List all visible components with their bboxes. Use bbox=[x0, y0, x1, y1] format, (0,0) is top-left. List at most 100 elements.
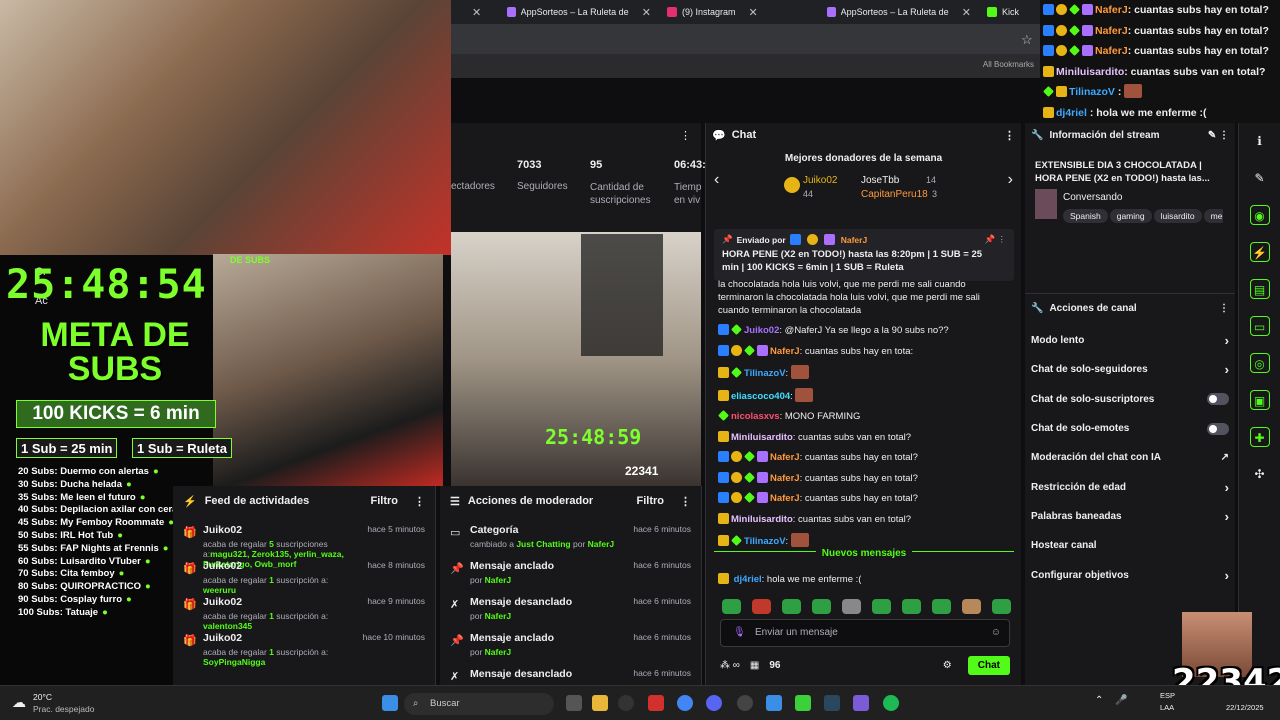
app-icon[interactable] bbox=[648, 695, 664, 711]
stats-menu-icon[interactable]: ⋮ bbox=[680, 129, 691, 142]
emote-icon[interactable] bbox=[872, 599, 891, 614]
toggle-switch[interactable] bbox=[1207, 393, 1229, 406]
chrome-profile-icon[interactable] bbox=[737, 695, 753, 711]
emote-icon[interactable] bbox=[752, 599, 771, 614]
app-purple-icon[interactable] bbox=[853, 695, 869, 711]
close-icon[interactable]: ✕ bbox=[962, 6, 971, 19]
browser-tab[interactable]: AppSorteos – La Ruleta de la S ✕ bbox=[819, 0, 979, 24]
bookmark-star-icon[interactable]: ☆ bbox=[1021, 32, 1033, 48]
activity-row[interactable]: 🎁 Juiko02 acaba de regalar 1 suscripción… bbox=[173, 632, 435, 668]
browser-tab[interactable]: Kick bbox=[979, 0, 1039, 24]
steam-icon[interactable] bbox=[824, 695, 840, 711]
channel-actions-menu-icon[interactable]: ⋮ bbox=[1219, 303, 1229, 314]
emote-icon[interactable] bbox=[962, 599, 981, 614]
stream-tag[interactable]: me bbox=[1203, 209, 1223, 223]
emote-icon[interactable] bbox=[782, 599, 801, 614]
discord-icon[interactable] bbox=[706, 695, 722, 711]
mod-action-row[interactable]: 📌 Mensaje anclado por NaferJ hace 6 minu… bbox=[440, 632, 701, 668]
mod-action-row[interactable]: 📌 Mensaje anclado por NaferJ hace 6 minu… bbox=[440, 560, 701, 596]
chat-send-button[interactable]: Chat bbox=[967, 655, 1010, 675]
mod-filter-button[interactable]: Filtro bbox=[637, 495, 665, 507]
gift-icon[interactable]: ▦ bbox=[750, 660, 759, 671]
storage-icon[interactable]: ▣ bbox=[1249, 390, 1270, 410]
emoji-icon[interactable]: ☺ bbox=[991, 620, 1001, 646]
stream-category[interactable]: Conversando bbox=[1063, 192, 1122, 203]
emote-icon[interactable] bbox=[932, 599, 951, 614]
activity-user[interactable]: Juiko02 bbox=[203, 632, 355, 644]
chat-username[interactable]: NaferJ bbox=[770, 346, 800, 357]
channel-action-item[interactable]: Moderación del chat con IA ↗ bbox=[1025, 443, 1235, 472]
chat-icon[interactable]: ▭ bbox=[1249, 316, 1270, 336]
chat-username[interactable]: NaferJ bbox=[770, 452, 800, 463]
channel-action-item[interactable]: Hostear canal bbox=[1025, 531, 1235, 560]
all-bookmarks[interactable]: All Bookmarks bbox=[983, 60, 1034, 69]
language-code[interactable]: ESP bbox=[1160, 691, 1175, 700]
close-icon[interactable]: ✕ bbox=[472, 6, 481, 19]
donors-prev-icon[interactable]: ‹ bbox=[714, 171, 719, 189]
chat-username[interactable]: Juiko02 bbox=[744, 325, 779, 336]
app-green-icon[interactable] bbox=[795, 695, 811, 711]
toggle-switch[interactable] bbox=[1207, 422, 1229, 435]
info-icon[interactable]: ℹ bbox=[1250, 131, 1270, 151]
chat-input[interactable]: 🎙 Enviar un mensaje ☺ bbox=[720, 619, 1010, 647]
browser-tab[interactable]: (9) Instagram ✕ bbox=[659, 0, 819, 24]
activity-user[interactable]: Juiko02 bbox=[203, 596, 359, 608]
weather-icon[interactable]: ☁ bbox=[12, 694, 26, 711]
emote-icon[interactable] bbox=[722, 599, 741, 614]
address-bar[interactable] bbox=[451, 24, 1040, 54]
points-icon[interactable]: ⁂ ∞ bbox=[720, 660, 740, 671]
channel-action-item[interactable]: Chat de solo-seguidores › bbox=[1025, 355, 1235, 384]
browser-tab[interactable]: AppSorteos – La Ruleta de la S ✕ bbox=[499, 0, 659, 24]
chat-username[interactable]: NaferJ bbox=[770, 473, 800, 484]
task-view-icon[interactable] bbox=[566, 695, 582, 711]
file-explorer-icon[interactable] bbox=[592, 695, 608, 711]
stream-tag[interactable]: gaming bbox=[1109, 209, 1152, 223]
windows-start-icon[interactable] bbox=[382, 695, 398, 711]
stream-tag[interactable]: Spanish bbox=[1063, 209, 1108, 223]
document-icon[interactable]: ▤ bbox=[1249, 279, 1270, 299]
taskbar-date[interactable]: 22/12/2025 bbox=[1226, 703, 1264, 712]
language-layout[interactable]: LAA bbox=[1160, 703, 1174, 712]
tray-chevron-icon[interactable]: ⌃ bbox=[1095, 695, 1103, 706]
chrome-icon[interactable] bbox=[677, 695, 693, 711]
chat-menu-icon[interactable]: ⋮ bbox=[1004, 129, 1015, 142]
camera-icon[interactable]: ◉ bbox=[1249, 205, 1270, 225]
chat-username[interactable]: TilinazoV bbox=[744, 536, 786, 547]
mic-icon[interactable]: 🎙 bbox=[733, 620, 746, 646]
spotify-icon[interactable] bbox=[883, 695, 899, 711]
channel-action-item[interactable]: Restricción de edad › bbox=[1025, 472, 1235, 501]
channel-action-item[interactable]: Modo lento › bbox=[1025, 326, 1235, 355]
pinned-message[interactable]: 📌 Enviado por NaferJ 📌 ⋮ HORA PENE (X2 e… bbox=[714, 229, 1014, 281]
donors-next-icon[interactable]: › bbox=[1008, 171, 1013, 189]
activity-user[interactable]: Juiko02 bbox=[203, 524, 359, 536]
taskbar-search[interactable]: ⌕ Buscar bbox=[404, 693, 554, 715]
activity-filter-button[interactable]: Filtro bbox=[371, 495, 399, 507]
activity-row[interactable]: 🎁 Juiko02 acaba de regalar 1 suscripción… bbox=[173, 560, 435, 596]
notepad-icon[interactable] bbox=[766, 695, 782, 711]
activity-row[interactable]: 🎁 Juiko02 acaba de regalar 1 suscripción… bbox=[173, 596, 435, 632]
new-messages-divider[interactable]: Nuevos mensajes bbox=[714, 548, 1014, 566]
lightning-icon[interactable]: ⚡ bbox=[1249, 242, 1270, 262]
microphone-icon[interactable]: 🎤 bbox=[1115, 695, 1127, 706]
stream-tag[interactable]: luisardito bbox=[1153, 209, 1202, 223]
obs-icon[interactable] bbox=[618, 695, 634, 711]
settings-gear-icon[interactable]: ⚙ bbox=[943, 660, 952, 671]
broadcast-icon[interactable]: ◎ bbox=[1249, 353, 1270, 373]
edit-icon[interactable]: ✎ ⋮ bbox=[1208, 130, 1229, 141]
close-icon[interactable]: ✕ bbox=[642, 6, 651, 19]
chat-username[interactable]: TilinazoV bbox=[744, 368, 786, 379]
apps-icon[interactable]: ✣ bbox=[1250, 464, 1270, 484]
chat-username[interactable]: dj4riel bbox=[734, 574, 762, 585]
chat-username[interactable]: Miniluisardito bbox=[731, 432, 793, 443]
channel-action-item[interactable]: Chat de solo-suscriptores bbox=[1025, 385, 1235, 414]
channel-action-item[interactable]: Palabras baneadas › bbox=[1025, 502, 1235, 531]
browser-tab[interactable]: ✕ bbox=[451, 0, 499, 24]
channel-action-item[interactable]: Chat de solo-emotes bbox=[1025, 414, 1235, 443]
wrench-icon[interactable]: ✚ bbox=[1249, 427, 1270, 447]
channel-action-item[interactable]: Configurar objetivos › bbox=[1025, 560, 1235, 589]
emote-icon[interactable] bbox=[992, 599, 1011, 614]
chat-username[interactable]: eliascoco404 bbox=[731, 391, 790, 402]
chat-username[interactable]: nicolasxvs bbox=[731, 411, 780, 422]
activity-menu-icon[interactable]: ⋮ bbox=[414, 495, 425, 508]
mod-action-row[interactable]: ▭ Categoría cambiado a Just Chatting por… bbox=[440, 524, 701, 560]
